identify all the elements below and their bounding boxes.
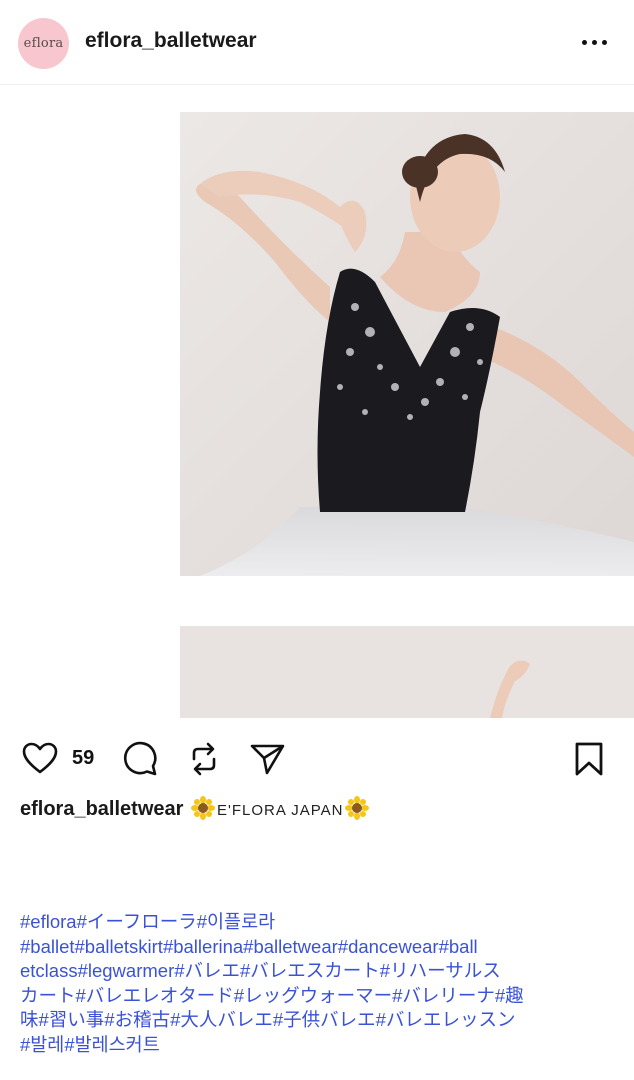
post-image-ballerina[interactable]: [180, 112, 634, 576]
hashtag-block[interactable]: #eflora#イーフローラ#이플로라 #ballet#balletskirt#…: [20, 910, 620, 1057]
second-photo: [180, 626, 634, 718]
sunflower-emoji-icon: [345, 796, 370, 820]
avatar-logo-text: eflora: [23, 36, 64, 51]
post-caption: eflora_balletwear E'FLORA JAPAN: [20, 796, 620, 821]
hashtag-line[interactable]: #eflora#イーフローラ#이플로라: [20, 910, 620, 935]
avatar[interactable]: eflora: [18, 18, 69, 69]
ballerina-photo: [180, 112, 634, 576]
hashtag-line[interactable]: #발레#발레스커트: [20, 1033, 620, 1058]
brand-name: E'FLORA JAPAN: [216, 802, 344, 819]
hashtag-line[interactable]: カート#バレエレオタード#レッグウォーマー#バレリーナ#趣: [20, 984, 620, 1009]
hashtag-line[interactable]: etclass#legwarmer#バレエ#バレエスカート#リハーサルス: [20, 959, 620, 984]
like-count[interactable]: 59: [72, 747, 94, 770]
post-image-second[interactable]: [180, 626, 634, 718]
share-icon[interactable]: [247, 739, 287, 779]
post-header: eflora eflora_balletwear: [0, 0, 634, 84]
more-options-button[interactable]: [576, 30, 612, 54]
post-username[interactable]: eflora_balletwear: [85, 29, 257, 53]
bookmark-icon[interactable]: [569, 739, 609, 779]
comment-icon[interactable]: [120, 739, 160, 779]
hashtag-line[interactable]: 味#習い事#お稽古#大人バレエ#子供バレエ#バレエレッスン: [20, 1008, 620, 1033]
header-divider: [0, 84, 634, 85]
more-horizontal-icon: [581, 39, 587, 45]
caption-username[interactable]: eflora_balletwear: [20, 798, 183, 820]
heart-icon[interactable]: [20, 739, 60, 779]
action-bar: 59: [0, 735, 634, 785]
hashtag-line[interactable]: #ballet#balletskirt#ballerina#balletwear…: [20, 935, 620, 960]
sunflower-emoji-icon: [190, 796, 215, 820]
repost-icon[interactable]: [184, 739, 224, 779]
